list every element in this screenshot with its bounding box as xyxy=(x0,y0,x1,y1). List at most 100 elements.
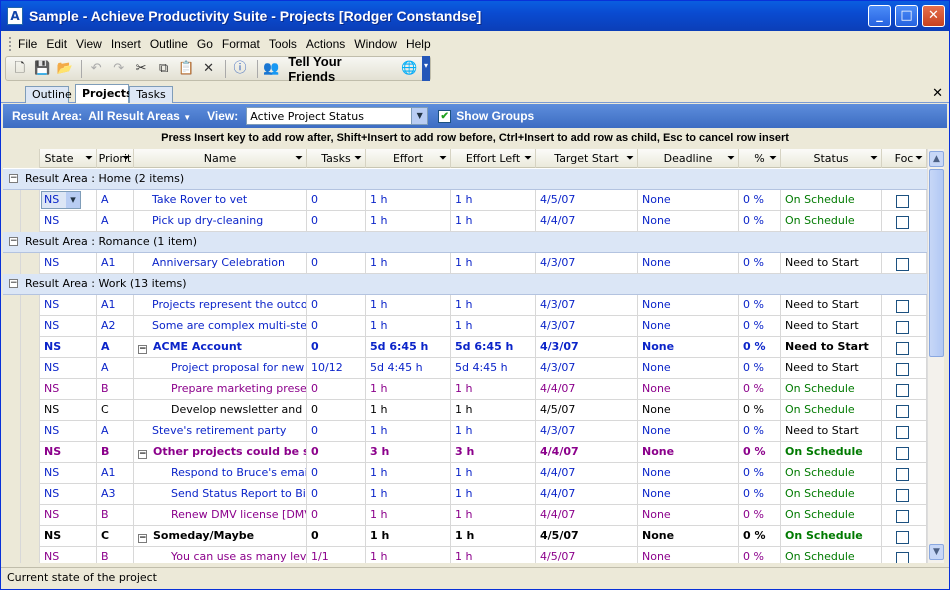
cell-effort[interactable]: 3 h xyxy=(366,442,451,463)
result-area-dropdown[interactable]: All Result Areas ▼ xyxy=(88,109,191,123)
column-header[interactable]: Foc ⏷ xyxy=(882,149,927,168)
cell-status[interactable]: Need to Start xyxy=(781,421,882,442)
cell-effort[interactable]: 1 h xyxy=(366,316,451,337)
cell-start[interactable]: 4/4/07 xyxy=(536,442,638,463)
cell-deadline[interactable]: None xyxy=(638,463,739,484)
menu-edit[interactable]: Edit xyxy=(46,37,67,51)
cell-pri[interactable]: B xyxy=(97,442,134,463)
table-row[interactable]: NS A Steve's retirement party 0 1 h 1 h 4/3/07… xyxy=(3,421,927,442)
cell-start[interactable]: 4/3/07 xyxy=(536,358,638,379)
cell-status[interactable]: On Schedule xyxy=(781,190,882,211)
minimize-button[interactable]: _ xyxy=(868,5,891,27)
undo-icon[interactable]: ↶ xyxy=(86,59,105,79)
focus-checkbox[interactable] xyxy=(896,195,909,208)
cell-left[interactable]: 1 h xyxy=(451,421,536,442)
table-row[interactable]: NS A − ACME Account 0 5d 6:45 h 5d 6:45 h 4/3/0… xyxy=(3,337,927,358)
table-row[interactable]: NS B −Other projects could be simp 0 3 h 3 h 4… xyxy=(3,442,927,463)
focus-checkbox[interactable] xyxy=(896,510,909,523)
cell-tasks[interactable]: 0 xyxy=(307,400,366,421)
cell-name[interactable]: Renew DMV license [DMV xyxy=(134,505,307,526)
cell-status[interactable]: Need to Start xyxy=(781,358,882,379)
cell-tasks[interactable]: 0 xyxy=(307,253,366,274)
cell-name[interactable]: −Other projects could be simp xyxy=(134,442,307,463)
cell-name[interactable]: You can use as many leve xyxy=(134,547,307,563)
cell-pri[interactable]: B xyxy=(97,547,134,563)
cell-pct[interactable]: 0 % xyxy=(739,190,781,211)
cell-effort[interactable]: 1 h xyxy=(366,295,451,316)
column-header[interactable]: Status ⏷ xyxy=(781,149,882,168)
column-header[interactable]: % ⏷ xyxy=(739,149,781,168)
cell-effort[interactable]: 1 h xyxy=(366,211,451,232)
cell-status[interactable]: Need to Start xyxy=(781,253,882,274)
cell-pri[interactable]: A xyxy=(97,358,134,379)
menu-file[interactable]: File xyxy=(18,37,37,51)
menu-insert[interactable]: Insert xyxy=(111,37,141,51)
cell-deadline[interactable]: None xyxy=(638,400,739,421)
view-select[interactable]: Active Project Status ▼ xyxy=(246,107,429,125)
cell-name[interactable]: Develop newsletter and m xyxy=(134,400,307,421)
menu-view[interactable]: View xyxy=(76,37,102,51)
cell-effort[interactable]: 1 h xyxy=(366,526,451,547)
save-icon[interactable]: 💾 xyxy=(32,59,51,79)
redo-icon[interactable]: ↷ xyxy=(109,59,128,79)
cell-effort[interactable]: 5d 6:45 h xyxy=(366,337,451,358)
cell-tasks[interactable]: 10/12 xyxy=(307,358,366,379)
table-row[interactable]: NS B Prepare marketing presen 0 1 h 1 h 4/4/07… xyxy=(3,379,927,400)
cell-status[interactable]: On Schedule xyxy=(781,442,882,463)
scroll-down-icon[interactable]: ▼ xyxy=(929,544,944,560)
cell-tasks[interactable]: 0 xyxy=(307,526,366,547)
cell-pri[interactable]: B xyxy=(97,379,134,400)
cell-state[interactable]: NS ▾ xyxy=(40,190,97,211)
cell-status[interactable]: On Schedule xyxy=(781,547,882,563)
tell-friends-button[interactable]: Tell Your Friends xyxy=(288,54,389,84)
cell-pct[interactable]: 0 % xyxy=(739,526,781,547)
focus-checkbox[interactable] xyxy=(896,447,909,460)
group-header[interactable]: − Result Area : Romance (1 item) xyxy=(3,232,927,253)
cell-effort[interactable]: 1 h xyxy=(366,400,451,421)
table-row[interactable]: NS A Project proposal for new j 10/12 5d 4:4… xyxy=(3,358,927,379)
row-selector[interactable] xyxy=(21,547,40,563)
cell-pct[interactable]: 0 % xyxy=(739,505,781,526)
column-header[interactable]: Priorit ⏷ xyxy=(97,149,134,168)
row-selector[interactable] xyxy=(21,379,40,400)
row-selector[interactable] xyxy=(21,400,40,421)
cell-tasks[interactable]: 0 xyxy=(307,484,366,505)
cut-icon[interactable]: ✂ xyxy=(131,59,150,79)
cell-pct[interactable]: 0 % xyxy=(739,484,781,505)
cell-name[interactable]: Projects represent the outcom xyxy=(134,295,307,316)
cell-effort[interactable]: 1 h xyxy=(366,547,451,563)
focus-checkbox[interactable] xyxy=(896,531,909,544)
column-header[interactable]: Effort ⏷ xyxy=(366,149,451,168)
cell-start[interactable]: 4/4/07 xyxy=(536,463,638,484)
menu-actions[interactable]: Actions xyxy=(306,37,345,51)
cell-state[interactable]: NS xyxy=(40,421,97,442)
cell-left[interactable]: 1 h xyxy=(451,190,536,211)
help-icon[interactable]: ⓘ xyxy=(230,59,249,79)
focus-checkbox[interactable] xyxy=(896,426,909,439)
cell-left[interactable]: 1 h xyxy=(451,463,536,484)
close-tab-icon[interactable]: ✕ xyxy=(932,86,943,101)
cell-start[interactable]: 4/4/07 xyxy=(536,484,638,505)
row-selector[interactable] xyxy=(21,211,40,232)
cell-start[interactable]: 4/3/07 xyxy=(536,253,638,274)
cell-pri[interactable]: A xyxy=(97,190,134,211)
row-selector[interactable] xyxy=(21,442,40,463)
cell-name[interactable]: Respond to Bruce's email xyxy=(134,463,307,484)
cell-pct[interactable]: 0 % xyxy=(739,442,781,463)
cell-deadline[interactable]: None xyxy=(638,421,739,442)
filter-icon[interactable]: ⏷ xyxy=(727,149,735,168)
table-row[interactable]: NS B You can use as many leve 1/1 1 h 1 h 4/5/… xyxy=(3,547,927,563)
cell-pri[interactable]: A1 xyxy=(97,463,134,484)
cell-left[interactable]: 3 h xyxy=(451,442,536,463)
table-row[interactable]: NS ▾ A Take Rover to vet 0 1 h 1 h 4/5/07 None 0 … xyxy=(3,190,927,211)
cell-start[interactable]: 4/5/07 xyxy=(536,526,638,547)
focus-checkbox[interactable] xyxy=(896,321,909,334)
cell-pri[interactable]: A1 xyxy=(97,295,134,316)
vertical-scrollbar[interactable]: ▲ ▼ xyxy=(927,149,944,563)
cell-deadline[interactable]: None xyxy=(638,316,739,337)
cell-deadline[interactable]: None xyxy=(638,358,739,379)
cell-name[interactable]: Some are complex multi-step xyxy=(134,316,307,337)
column-header[interactable]: Name ⏷ xyxy=(134,149,307,168)
cell-name[interactable]: Take Rover to vet xyxy=(134,190,307,211)
cell-name[interactable]: Prepare marketing presen xyxy=(134,379,307,400)
